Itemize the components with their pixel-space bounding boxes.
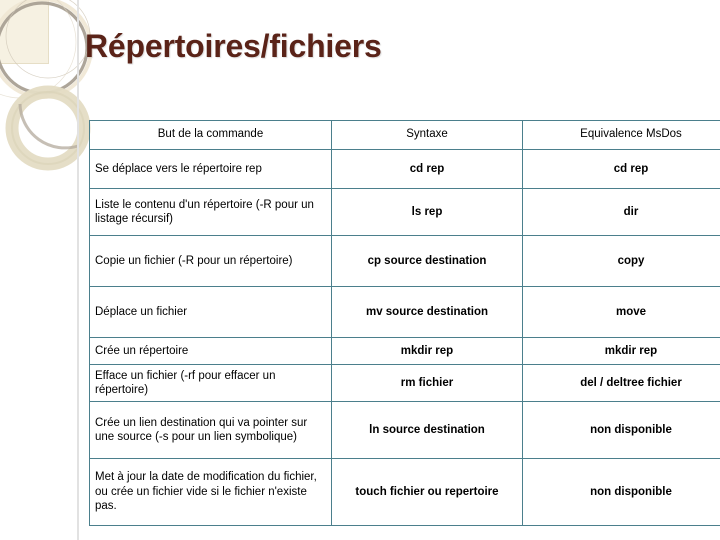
table-row: Copie un fichier (-R pour un répertoire)… — [89, 235, 720, 287]
cell-goal: Efface un fichier (-rf pour effacer un r… — [89, 364, 332, 402]
deco-beige-square — [0, 0, 49, 64]
table-row: Déplace un fichier mv source destination… — [89, 286, 720, 338]
cell-goal: Crée un lien destination qui va pointer … — [89, 401, 332, 459]
table-header-row: But de la commande Syntaxe Equivalence M… — [89, 120, 720, 150]
cell-msdos: dir — [522, 188, 720, 236]
cell-syntax: cp source destination — [331, 235, 523, 287]
cell-goal: Crée un répertoire — [89, 337, 332, 365]
cell-msdos: mkdir rep — [522, 337, 720, 365]
table-row: Efface un fichier (-rf pour effacer un r… — [89, 364, 720, 402]
table-row: Se déplace vers le répertoire rep cd rep… — [89, 149, 720, 189]
cell-syntax: touch fichier ou repertoire — [331, 458, 523, 526]
cell-goal: Déplace un fichier — [89, 286, 332, 338]
cell-goal: Liste le contenu d'un répertoire (-R pou… — [89, 188, 332, 236]
cell-syntax: ls rep — [331, 188, 523, 236]
cell-msdos: move — [522, 286, 720, 338]
cell-goal: Se déplace vers le répertoire rep — [89, 149, 332, 189]
cell-msdos: non disponible — [522, 401, 720, 459]
table-row: Met à jour la date de modification du fi… — [89, 458, 720, 526]
cell-syntax: ln source destination — [331, 401, 523, 459]
column-header-syntax: Syntaxe — [331, 120, 523, 150]
cell-goal: Copie un fichier (-R pour un répertoire) — [89, 235, 332, 287]
cell-msdos: copy — [522, 235, 720, 287]
cell-msdos: del / deltree fichier — [522, 364, 720, 402]
deco-vertical-rule — [77, 0, 79, 540]
commands-table: But de la commande Syntaxe Equivalence M… — [89, 120, 720, 526]
cell-syntax: cd rep — [331, 149, 523, 189]
cell-syntax: mv source destination — [331, 286, 523, 338]
cell-msdos: cd rep — [522, 149, 720, 189]
column-header-goal: But de la commande — [89, 120, 332, 150]
cell-msdos: non disponible — [522, 458, 720, 526]
page-title: Répertoires/fichiers — [85, 28, 382, 64]
column-header-msdos: Equivalence MsDos — [522, 120, 720, 150]
cell-goal: Met à jour la date de modification du fi… — [89, 458, 332, 526]
table-row: Liste le contenu d'un répertoire (-R pou… — [89, 188, 720, 236]
cell-syntax: rm fichier — [331, 364, 523, 402]
table-row: Crée un répertoire mkdir rep mkdir rep — [89, 337, 720, 365]
table-row: Crée un lien destination qui va pointer … — [89, 401, 720, 459]
cell-syntax: mkdir rep — [331, 337, 523, 365]
